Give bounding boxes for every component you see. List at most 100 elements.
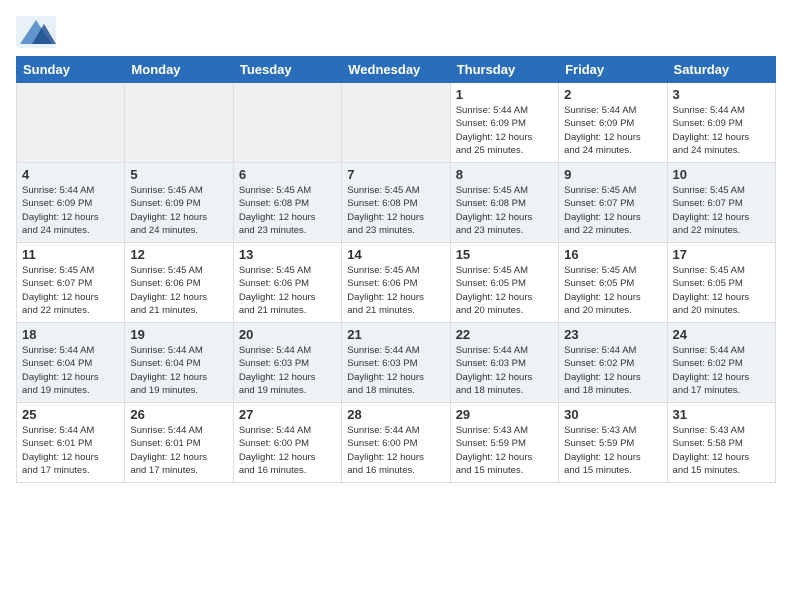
calendar-cell bbox=[17, 83, 125, 163]
day-number: 5 bbox=[130, 167, 227, 182]
day-header-sunday: Sunday bbox=[17, 57, 125, 83]
day-number: 14 bbox=[347, 247, 444, 262]
calendar-cell: 8 Sunrise: 5:45 AM Sunset: 6:08 PM Daylig… bbox=[450, 163, 558, 243]
day-number: 25 bbox=[22, 407, 119, 422]
day-number: 21 bbox=[347, 327, 444, 342]
day-number: 19 bbox=[130, 327, 227, 342]
day-number: 27 bbox=[239, 407, 336, 422]
day-info: Sunrise: 5:44 AM Sunset: 6:09 PM Dayligh… bbox=[22, 184, 119, 237]
calendar-week-1: 1 Sunrise: 5:44 AM Sunset: 6:09 PM Daylig… bbox=[17, 83, 776, 163]
calendar-cell: 30 Sunrise: 5:43 AM Sunset: 5:59 PM Dayli… bbox=[559, 403, 667, 483]
day-number: 9 bbox=[564, 167, 661, 182]
day-info: Sunrise: 5:44 AM Sunset: 6:09 PM Dayligh… bbox=[564, 104, 661, 157]
day-number: 18 bbox=[22, 327, 119, 342]
day-info: Sunrise: 5:44 AM Sunset: 6:00 PM Dayligh… bbox=[239, 424, 336, 477]
day-info: Sunrise: 5:44 AM Sunset: 6:01 PM Dayligh… bbox=[22, 424, 119, 477]
day-info: Sunrise: 5:45 AM Sunset: 6:07 PM Dayligh… bbox=[673, 184, 770, 237]
calendar-cell: 23 Sunrise: 5:44 AM Sunset: 6:02 PM Dayli… bbox=[559, 323, 667, 403]
day-info: Sunrise: 5:44 AM Sunset: 6:04 PM Dayligh… bbox=[130, 344, 227, 397]
day-number: 1 bbox=[456, 87, 553, 102]
calendar-body: 1 Sunrise: 5:44 AM Sunset: 6:09 PM Daylig… bbox=[17, 83, 776, 483]
calendar-cell bbox=[233, 83, 341, 163]
day-number: 24 bbox=[673, 327, 770, 342]
day-header-saturday: Saturday bbox=[667, 57, 775, 83]
calendar-cell: 13 Sunrise: 5:45 AM Sunset: 6:06 PM Dayli… bbox=[233, 243, 341, 323]
day-info: Sunrise: 5:44 AM Sunset: 6:03 PM Dayligh… bbox=[347, 344, 444, 397]
calendar-table: SundayMondayTuesdayWednesdayThursdayFrid… bbox=[16, 56, 776, 483]
day-info: Sunrise: 5:44 AM Sunset: 6:02 PM Dayligh… bbox=[673, 344, 770, 397]
day-info: Sunrise: 5:44 AM Sunset: 6:00 PM Dayligh… bbox=[347, 424, 444, 477]
page-header bbox=[16, 16, 776, 48]
day-number: 3 bbox=[673, 87, 770, 102]
day-info: Sunrise: 5:45 AM Sunset: 6:05 PM Dayligh… bbox=[673, 264, 770, 317]
calendar-cell: 2 Sunrise: 5:44 AM Sunset: 6:09 PM Daylig… bbox=[559, 83, 667, 163]
day-info: Sunrise: 5:43 AM Sunset: 5:59 PM Dayligh… bbox=[456, 424, 553, 477]
day-info: Sunrise: 5:45 AM Sunset: 6:09 PM Dayligh… bbox=[130, 184, 227, 237]
calendar-cell: 6 Sunrise: 5:45 AM Sunset: 6:08 PM Daylig… bbox=[233, 163, 341, 243]
calendar-cell: 10 Sunrise: 5:45 AM Sunset: 6:07 PM Dayli… bbox=[667, 163, 775, 243]
day-number: 29 bbox=[456, 407, 553, 422]
day-number: 6 bbox=[239, 167, 336, 182]
calendar-cell: 15 Sunrise: 5:45 AM Sunset: 6:05 PM Dayli… bbox=[450, 243, 558, 323]
day-info: Sunrise: 5:45 AM Sunset: 6:08 PM Dayligh… bbox=[456, 184, 553, 237]
day-header-friday: Friday bbox=[559, 57, 667, 83]
day-info: Sunrise: 5:44 AM Sunset: 6:03 PM Dayligh… bbox=[456, 344, 553, 397]
calendar-cell: 28Sunrise: 5:44 AM Sunset: 6:00 PM Dayli… bbox=[342, 403, 450, 483]
day-info: Sunrise: 5:45 AM Sunset: 6:05 PM Dayligh… bbox=[564, 264, 661, 317]
calendar-cell: 1Sunrise: 5:44 AM Sunset: 6:09 PM Daylig… bbox=[450, 83, 558, 163]
day-info: Sunrise: 5:44 AM Sunset: 6:03 PM Dayligh… bbox=[239, 344, 336, 397]
day-info: Sunrise: 5:45 AM Sunset: 6:05 PM Dayligh… bbox=[456, 264, 553, 317]
day-info: Sunrise: 5:45 AM Sunset: 6:07 PM Dayligh… bbox=[564, 184, 661, 237]
day-header-tuesday: Tuesday bbox=[233, 57, 341, 83]
day-info: Sunrise: 5:43 AM Sunset: 5:58 PM Dayligh… bbox=[673, 424, 770, 477]
day-number: 26 bbox=[130, 407, 227, 422]
calendar-cell: 5 Sunrise: 5:45 AM Sunset: 6:09 PM Daylig… bbox=[125, 163, 233, 243]
calendar-week-2: 4 Sunrise: 5:44 AM Sunset: 6:09 PM Daylig… bbox=[17, 163, 776, 243]
day-header-thursday: Thursday bbox=[450, 57, 558, 83]
calendar-cell: 14 Sunrise: 5:45 AM Sunset: 6:06 PM Dayli… bbox=[342, 243, 450, 323]
calendar-cell: 27 Sunrise: 5:44 AM Sunset: 6:00 PM Dayli… bbox=[233, 403, 341, 483]
day-info: Sunrise: 5:43 AM Sunset: 5:59 PM Dayligh… bbox=[564, 424, 661, 477]
day-number: 17 bbox=[673, 247, 770, 262]
day-info: Sunrise: 5:44 AM Sunset: 6:04 PM Dayligh… bbox=[22, 344, 119, 397]
day-number: 10 bbox=[673, 167, 770, 182]
calendar-cell: 21 Sunrise: 5:44 AM Sunset: 6:03 PM Dayli… bbox=[342, 323, 450, 403]
day-number: 23 bbox=[564, 327, 661, 342]
day-number: 2 bbox=[564, 87, 661, 102]
calendar-cell: 3 Sunrise: 5:44 AM Sunset: 6:09 PM Daylig… bbox=[667, 83, 775, 163]
calendar-cell: 26Sunrise: 5:44 AM Sunset: 6:01 PM Dayli… bbox=[125, 403, 233, 483]
calendar-cell: 31Sunrise: 5:43 AM Sunset: 5:58 PM Dayli… bbox=[667, 403, 775, 483]
calendar-cell: 18 Sunrise: 5:44 AM Sunset: 6:04 PM Dayli… bbox=[17, 323, 125, 403]
day-number: 4 bbox=[22, 167, 119, 182]
day-info: Sunrise: 5:45 AM Sunset: 6:08 PM Dayligh… bbox=[239, 184, 336, 237]
day-number: 7 bbox=[347, 167, 444, 182]
calendar-cell bbox=[125, 83, 233, 163]
day-number: 20 bbox=[239, 327, 336, 342]
day-info: Sunrise: 5:45 AM Sunset: 6:07 PM Dayligh… bbox=[22, 264, 119, 317]
day-number: 13 bbox=[239, 247, 336, 262]
calendar-cell: 17 Sunrise: 5:45 AM Sunset: 6:05 PM Dayli… bbox=[667, 243, 775, 323]
calendar-cell: 11Sunrise: 5:45 AM Sunset: 6:07 PM Dayli… bbox=[17, 243, 125, 323]
calendar-cell: 9 Sunrise: 5:45 AM Sunset: 6:07 PM Daylig… bbox=[559, 163, 667, 243]
day-number: 16 bbox=[564, 247, 661, 262]
calendar-cell: 29 Sunrise: 5:43 AM Sunset: 5:59 PM Dayli… bbox=[450, 403, 558, 483]
logo bbox=[16, 16, 60, 48]
day-info: Sunrise: 5:45 AM Sunset: 6:06 PM Dayligh… bbox=[239, 264, 336, 317]
day-number: 30 bbox=[564, 407, 661, 422]
calendar-cell bbox=[342, 83, 450, 163]
day-number: 15 bbox=[456, 247, 553, 262]
calendar-cell: 4 Sunrise: 5:44 AM Sunset: 6:09 PM Daylig… bbox=[17, 163, 125, 243]
day-info: Sunrise: 5:45 AM Sunset: 6:08 PM Dayligh… bbox=[347, 184, 444, 237]
day-number: 12 bbox=[130, 247, 227, 262]
calendar-cell: 19 Sunrise: 5:44 AM Sunset: 6:04 PM Dayli… bbox=[125, 323, 233, 403]
day-header-monday: Monday bbox=[125, 57, 233, 83]
calendar-cell: 25 Sunrise: 5:44 AM Sunset: 6:01 PM Dayli… bbox=[17, 403, 125, 483]
calendar-cell: 22 Sunrise: 5:44 AM Sunset: 6:03 PM Dayli… bbox=[450, 323, 558, 403]
day-number: 22 bbox=[456, 327, 553, 342]
day-number: 8 bbox=[456, 167, 553, 182]
calendar-cell: 16 Sunrise: 5:45 AM Sunset: 6:05 PM Dayli… bbox=[559, 243, 667, 323]
day-info: Sunrise: 5:44 AM Sunset: 6:09 PM Dayligh… bbox=[673, 104, 770, 157]
day-info: Sunrise: 5:45 AM Sunset: 6:06 PM Dayligh… bbox=[347, 264, 444, 317]
day-info: Sunrise: 5:44 AM Sunset: 6:02 PM Dayligh… bbox=[564, 344, 661, 397]
day-header-wednesday: Wednesday bbox=[342, 57, 450, 83]
